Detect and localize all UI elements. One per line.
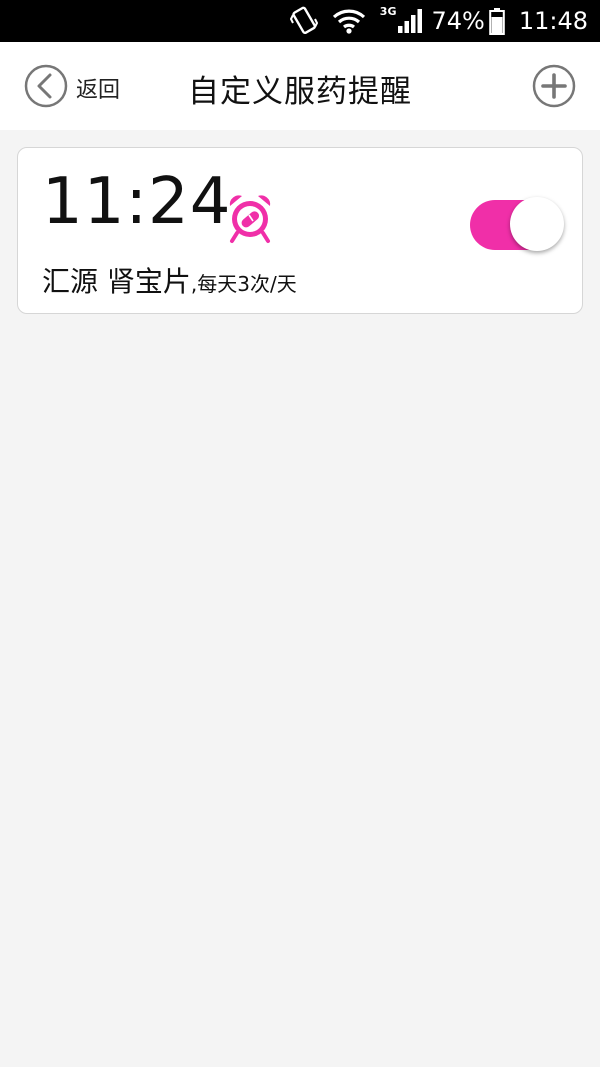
alarm-clock-pill-icon bbox=[222, 192, 278, 248]
medicine-name: 汇源 肾宝片 bbox=[42, 265, 191, 298]
vibrate-icon bbox=[289, 6, 318, 36]
status-bar: 3G 74% 11:48 bbox=[0, 0, 600, 42]
signal-icon: 3G bbox=[379, 4, 424, 34]
header-bar: 返回 自定义服药提醒 bbox=[0, 42, 600, 130]
status-time: 11:48 bbox=[518, 7, 588, 35]
reminder-card[interactable]: 11:24 汇源 肾宝片,每天3次/天 bbox=[17, 147, 583, 314]
add-reminder-button[interactable] bbox=[532, 64, 576, 112]
battery-percent: 74% bbox=[431, 7, 485, 35]
reminder-toggle[interactable] bbox=[468, 196, 564, 256]
medicine-frequency: ,每天3次/天 bbox=[190, 272, 297, 296]
plus-circle-icon bbox=[532, 64, 576, 112]
reminder-time: 11:24 bbox=[42, 165, 232, 239]
wifi-icon bbox=[332, 8, 366, 34]
network-type-label: 3G bbox=[379, 4, 397, 18]
medicine-info: 汇源 肾宝片,每天3次/天 bbox=[42, 260, 297, 300]
page-title: 自定义服药提醒 bbox=[188, 74, 412, 110]
toggle-knob bbox=[510, 197, 564, 251]
battery-icon bbox=[489, 7, 505, 35]
